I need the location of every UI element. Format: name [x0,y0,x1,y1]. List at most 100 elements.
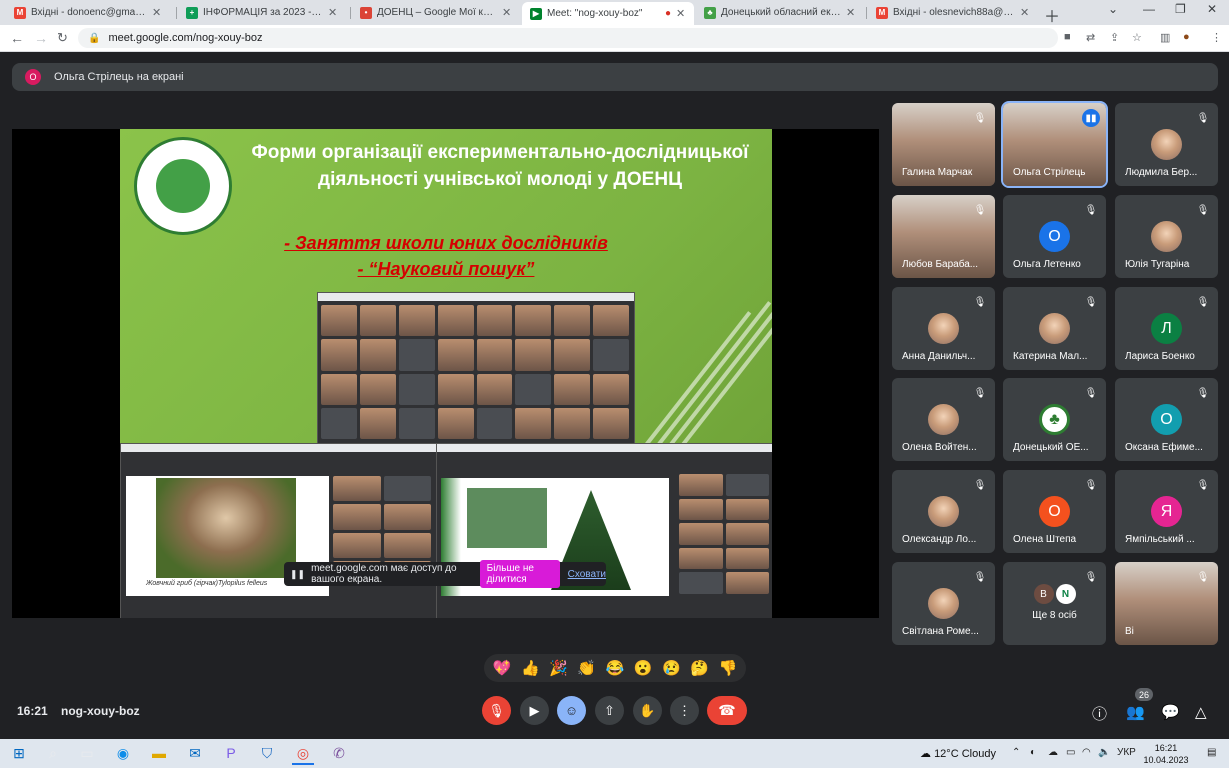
participant-tile[interactable]: 🎙 Світлана Роме... [892,562,995,645]
minimize-icon[interactable]: — [1143,2,1155,16]
browser-tab-gmail-2[interactable]: M Вхідні - olesnevich88a@gmail.co ✕ [868,2,1038,23]
forward-icon[interactable]: → [34,30,48,46]
participant-tile[interactable]: 🎙 Любов Бараба... [892,195,995,278]
weather-widget[interactable]: ☁ 12°C Cloudy [920,747,996,760]
participant-tile[interactable]: Л 🎙 Лариса Боенко [1115,287,1218,370]
browser-menu-icon[interactable]: ⋮ [1211,31,1222,44]
close-icon[interactable]: ✕ [152,6,162,19]
share-icon[interactable]: ⇪ [1110,31,1119,44]
reaction-sad[interactable]: 😢 [662,659,681,677]
participant-tile[interactable]: 🎙 Галина Марчак [892,103,995,186]
camera-icon[interactable]: ■ [1064,31,1071,43]
chat-icon[interactable]: 💬 [1161,703,1180,721]
raise-hand-button[interactable]: ✋ [633,696,662,725]
edge-icon[interactable]: ◉ [112,743,134,763]
presenter-text: Ольга Стрілець на екрані [54,71,184,83]
participant-tile[interactable]: 🎙 Людмила Бер... [1115,103,1218,186]
activities-icon[interactable]: △ [1195,703,1207,721]
participant-tile[interactable]: О 🎙 Оксана Ефиме... [1115,378,1218,461]
present-screen-button[interactable]: ⇧ [595,696,624,725]
more-options-button[interactable]: ⋮ [670,696,699,725]
tray-app-icon[interactable]: ◐ [1030,747,1036,758]
participant-tile[interactable]: 🎙 Анна Данильч... [892,287,995,370]
hide-notice-link[interactable]: Сховати [568,569,606,580]
address-bar[interactable]: 🔒 meet.google.com/nog-xouy-boz [78,28,1058,48]
close-icon[interactable]: ✕ [1020,6,1030,19]
system-clock[interactable]: 16:21 10.04.2023 [1141,742,1191,766]
lock-icon[interactable]: 🔒 [88,33,100,44]
reaction-party[interactable]: 🎉 [549,659,568,677]
reaction-heart[interactable]: 💖 [493,659,512,677]
participant-name: Ямпільський ... [1125,534,1195,545]
reaction-surprised[interactable]: 😮 [634,659,653,677]
mail-icon[interactable]: ✉ [184,743,206,763]
participant-tile[interactable]: Я 🎙 Ямпільський ... [1115,470,1218,553]
close-icon[interactable]: ✕ [676,7,686,20]
participant-avatar [1039,313,1070,344]
task-view-icon[interactable]: ▭ [76,743,98,763]
browser-tab-site[interactable]: ♣ Донецький обласний еколого- ✕ [696,2,864,23]
participant-tile[interactable]: 🎙 Олена Войтен... [892,378,995,461]
embedded-mushroom-screenshot: Жовчний гриб (гірчак)Tylopilus felleus [120,443,438,618]
tab-title: Вхідні - donoenc@gmail.com - Gm [31,7,147,18]
participant-tile[interactable]: В N 🎙 Ще 8 осіб [1003,562,1106,645]
restore-icon[interactable]: ❐ [1175,2,1186,16]
camera-button[interactable]: ▶ [520,696,549,725]
close-icon[interactable]: ✕ [846,6,856,19]
participant-tile[interactable]: 🎙 Олександр Ло... [892,470,995,553]
tab-search-icon[interactable]: ⌄ [1108,2,1118,16]
reload-icon[interactable]: ↻ [57,30,68,46]
tray-chevron-icon[interactable]: ⌃ [1012,747,1020,758]
participant-tile[interactable]: 🎙 Юлія Тугаріна [1115,195,1218,278]
participant-tile[interactable]: ♣ 🎙 Донецький ОЕ... [1003,378,1106,461]
keyboard-language[interactable]: УКР [1117,747,1136,758]
meeting-info-icon[interactable]: ⓘ [1092,703,1107,724]
reaction-thumbs-up[interactable]: 👍 [521,659,540,677]
stop-sharing-button[interactable]: Більше не ділитися [479,560,560,588]
window-close-icon[interactable]: ✕ [1207,2,1217,16]
back-icon[interactable]: ← [10,30,24,46]
people-icon[interactable]: 👥 [1126,703,1145,721]
security-icon[interactable]: ⛉ [256,743,278,763]
mic-off-button[interactable]: 🎙 [482,696,511,725]
translate-icon[interactable]: ⇄ [1086,31,1095,44]
mic-muted-icon: 🎙 [1084,296,1098,308]
app-p-icon[interactable]: P [220,743,242,763]
participant-tile[interactable]: 🎙 Катерина Мал... [1003,287,1106,370]
volume-icon[interactable]: 🔈 [1098,747,1110,758]
search-icon[interactable]: ⌕ [42,743,64,763]
cloud-icon: ☁ [920,748,931,760]
participant-avatar [928,313,959,344]
browser-tab-gmail-1[interactable]: M Вхідні - donoenc@gmail.com - Gm ✕ [6,2,170,23]
file-explorer-icon[interactable]: ▬ [148,743,170,763]
tab-title: Meet: "nog-xouy-boz" [547,8,643,19]
reaction-laugh[interactable]: 😂 [606,659,625,677]
tray-cloud-icon[interactable]: ☁ [1048,747,1058,758]
browser-tab-meet[interactable]: ▶ Meet: "nog-xouy-boz" ● ✕ [522,2,694,25]
reaction-clap[interactable]: 👏 [577,659,596,677]
participant-tile[interactable]: О 🎙 Ольга Летенко [1003,195,1106,278]
notifications-icon[interactable]: ▤ [1207,747,1216,758]
chrome-taskbar-icon[interactable]: ◎ [292,743,314,765]
reaction-thinking[interactable]: 🤔 [690,659,709,677]
participant-tile[interactable]: ▮▮ Ольга Стрілець [1001,101,1108,188]
browser-tab-sheets[interactable]: + ІНФОРМАЦІЯ за 2023 - Google ✕ [178,2,346,23]
reactions-bar: 💖 👍 🎉 👏 😂 😮 😢 🤔 👎 [484,654,746,682]
bookmark-star-icon[interactable]: ☆ [1132,31,1142,44]
close-icon[interactable]: ✕ [328,6,338,19]
viber-icon[interactable]: ✆ [328,743,350,763]
participant-tile[interactable]: О 🎙 Олена Штепа [1003,470,1106,553]
participant-tile[interactable]: 🎙 Ві [1115,562,1218,645]
close-icon[interactable]: ✕ [502,6,512,19]
windows-start-icon[interactable]: ⊞ [8,743,30,763]
battery-icon[interactable]: ▭ [1066,747,1075,758]
mushroom-caption: Жовчний гриб (гірчак)Tylopilus felleus [146,580,268,587]
side-panel-icon[interactable]: ▥ [1160,31,1170,44]
reactions-button[interactable]: ☺ [557,696,586,725]
wifi-icon[interactable]: ◠ [1082,747,1091,758]
leave-call-button[interactable]: ☎ [707,696,747,725]
reaction-thumbs-down[interactable]: 👎 [719,659,738,677]
browser-tab-mymaps[interactable]: • ДОЕНЦ – Google Мої карти ✕ [352,2,520,23]
new-tab-button[interactable]: ＋ [1044,3,1060,27]
profile-avatar[interactable]: ● [1183,31,1190,43]
